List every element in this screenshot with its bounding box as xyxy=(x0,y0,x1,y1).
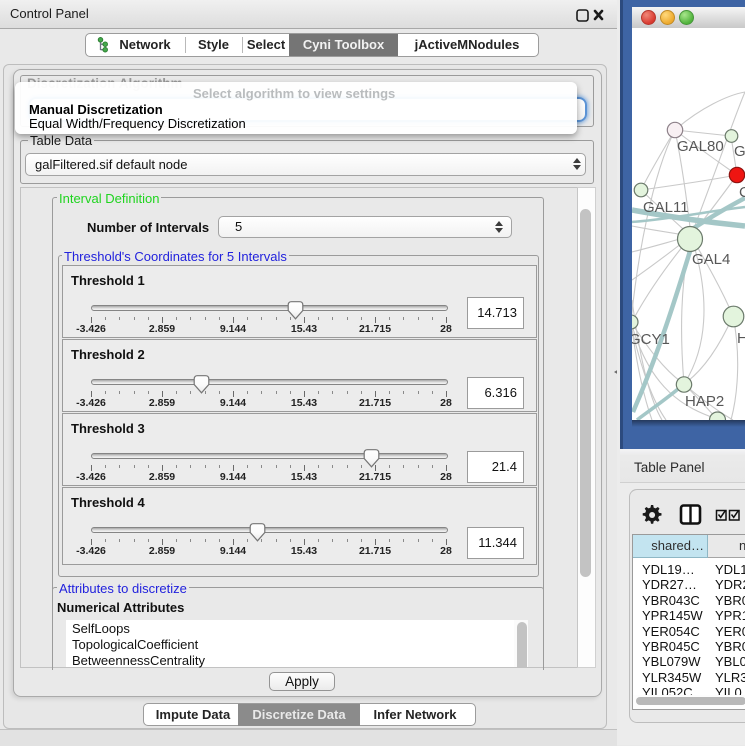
svg-text:GA: GA xyxy=(734,143,745,160)
svg-text:GCY1: GCY1 xyxy=(632,331,670,348)
svg-text:H: H xyxy=(737,330,745,347)
svg-text:GAL11: GAL11 xyxy=(643,199,689,216)
svg-text:GAL80: GAL80 xyxy=(677,138,724,155)
svg-text:CY: CY xyxy=(739,184,745,201)
svg-text:GAL4: GAL4 xyxy=(692,251,730,268)
svg-text:HAP2: HAP2 xyxy=(685,393,724,410)
